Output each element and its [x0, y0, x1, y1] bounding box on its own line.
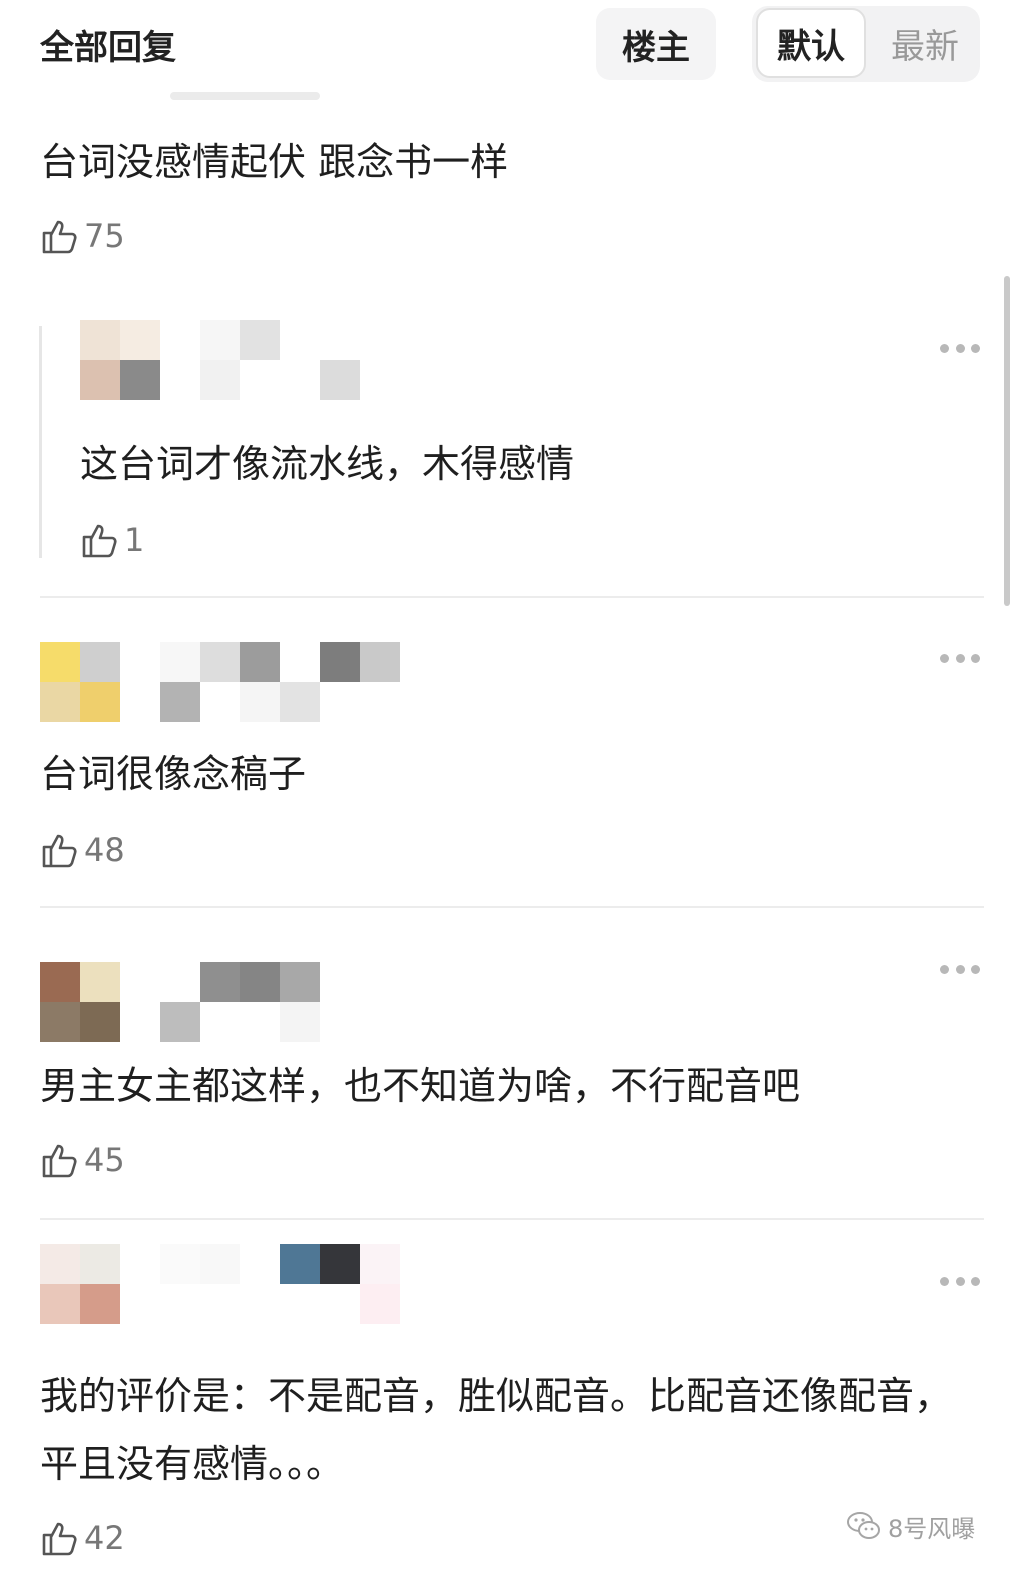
- sort-toggle: 默认 最新: [752, 6, 980, 82]
- like-count: 75: [84, 217, 125, 255]
- avatar-pixel: [80, 1244, 120, 1284]
- more-dots-icon[interactable]: [940, 1275, 980, 1287]
- blurred-username[interactable]: [200, 320, 360, 400]
- avatar-pixel: [80, 962, 120, 1002]
- like-button[interactable]: 48: [40, 828, 125, 872]
- avatar-pixel: [40, 1244, 80, 1284]
- blurred-username[interactable]: [160, 1244, 400, 1324]
- avatar-pixel: [40, 642, 80, 682]
- more-dots-icon[interactable]: [940, 652, 980, 664]
- more-dots-icon[interactable]: [940, 963, 980, 975]
- like-count: 45: [84, 1141, 125, 1179]
- sort-latest-button[interactable]: 最新: [874, 8, 976, 78]
- blurred-username[interactable]: [160, 962, 320, 1042]
- like-button[interactable]: 42: [40, 1516, 125, 1560]
- scrollbar[interactable]: [1004, 276, 1010, 606]
- like-button[interactable]: 45: [40, 1138, 125, 1182]
- like-button[interactable]: 75: [40, 214, 125, 258]
- avatar[interactable]: [40, 1244, 120, 1324]
- avatar-pixel: [120, 360, 160, 400]
- like-count: 48: [84, 831, 125, 869]
- thumbs-up-icon: [82, 524, 117, 558]
- avatar-pixel: [40, 962, 80, 1002]
- comment-text: 台词很像念稿子: [40, 752, 307, 796]
- divider: [40, 596, 984, 598]
- avatar-pixel: [80, 682, 120, 722]
- avatar-pixel: [40, 1002, 80, 1042]
- divider: [40, 906, 984, 908]
- like-count: 1: [124, 521, 145, 559]
- avatar-pixel: [80, 1002, 120, 1042]
- reply-text: 这台词才像流水线，木得感情: [80, 442, 575, 486]
- like-count: 42: [84, 1519, 125, 1557]
- owner-only-button[interactable]: 楼主: [596, 8, 716, 80]
- thumbs-up-icon: [42, 1522, 77, 1556]
- avatar-pixel: [80, 642, 120, 682]
- thumbs-up-icon: [42, 220, 77, 254]
- thumbs-up-icon: [42, 834, 77, 868]
- avatar-pixel: [80, 1284, 120, 1324]
- blurred-username[interactable]: [160, 642, 400, 722]
- comments-header: 全部回复 楼主 默认 最新: [0, 0, 1024, 96]
- thumbs-up-icon: [42, 1144, 77, 1178]
- wechat-icon: [847, 1512, 880, 1539]
- more-dots-icon[interactable]: [940, 342, 980, 354]
- divider: [40, 1218, 984, 1220]
- watermark-text: 8号风曝: [888, 1514, 976, 1543]
- sort-default-button[interactable]: 默认: [756, 8, 866, 78]
- watermark: 8号风曝: [846, 1506, 975, 1546]
- avatar-pixel: [40, 1284, 80, 1324]
- avatar-pixel: [80, 360, 120, 400]
- like-button[interactable]: 1: [80, 518, 144, 562]
- all-replies-title: 全部回复: [40, 28, 176, 68]
- avatar[interactable]: [80, 320, 160, 400]
- reply-thread-rule: [39, 326, 42, 558]
- avatar[interactable]: [40, 962, 120, 1042]
- avatar[interactable]: [40, 642, 120, 722]
- avatar-pixel: [80, 320, 120, 360]
- comment-text: 我的评价是：不是配音，胜似配音。比配音还像配音，平且没有感情。。。: [40, 1374, 953, 1486]
- avatar-pixel: [40, 682, 80, 722]
- comment-text: 台词没感情起伏 跟念书一样: [40, 140, 509, 184]
- avatar-pixel: [120, 320, 160, 360]
- cropped-username-fragment: [170, 92, 320, 100]
- comment-text: 男主女主都这样，也不知道为啥，不行配音吧: [40, 1064, 801, 1108]
